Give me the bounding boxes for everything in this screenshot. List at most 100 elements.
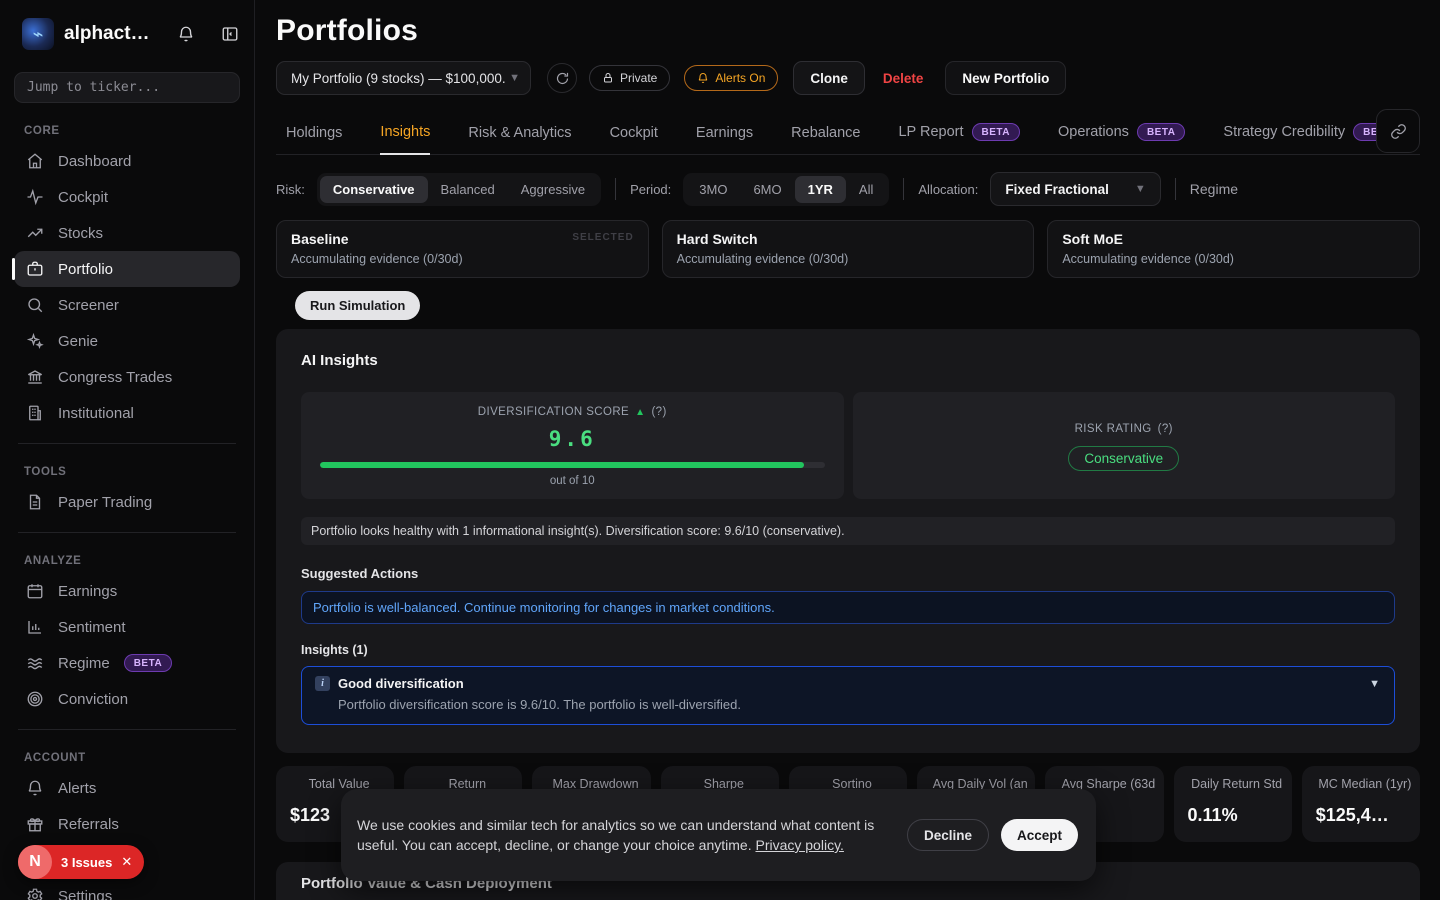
ticker-search-input[interactable] <box>27 80 227 95</box>
alerts-on-badge[interactable]: Alerts On <box>684 65 778 91</box>
insight-description: Portfolio diversification score is 9.6/1… <box>338 697 1381 712</box>
sidebar-item-referrals[interactable]: Referrals <box>14 806 240 842</box>
beta-badge: BETA <box>124 654 172 672</box>
collapse-sidebar-icon[interactable] <box>220 24 240 44</box>
clone-button[interactable]: Clone <box>793 61 865 95</box>
risk-option-conservative[interactable]: Conservative <box>320 176 428 203</box>
strategy-card-baseline[interactable]: Baseline Accumulating evidence (0/30d) S… <box>276 220 649 278</box>
risk-option-aggressive[interactable]: Aggressive <box>508 176 598 203</box>
sidebar-item-sentiment[interactable]: Sentiment <box>14 609 240 645</box>
help-icon[interactable]: (?) <box>651 406 666 418</box>
sidebar-item-conviction[interactable]: Conviction <box>14 681 240 717</box>
chevron-down-icon[interactable]: ▼ <box>1369 678 1380 690</box>
sidebar-item-institutional[interactable]: Institutional <box>14 395 240 431</box>
sidebar-item-label: Stocks <box>58 225 103 242</box>
private-badge[interactable]: Private <box>589 65 670 91</box>
share-link-button[interactable] <box>1376 109 1420 153</box>
tab-strategy-credibility[interactable]: Strategy CredibilityBETA <box>1223 123 1401 154</box>
tab-operations[interactable]: OperationsBETA <box>1058 123 1185 154</box>
stat-daily-return-std: Daily Return Std 0.11% <box>1174 766 1292 842</box>
diversification-score-label: DIVERSIFICATION SCORE <box>478 406 629 418</box>
sidebar-item-screener[interactable]: Screener <box>14 287 240 323</box>
risk-option-balanced[interactable]: Balanced <box>428 176 508 203</box>
ai-insights-panel: AI Insights DIVERSIFICATION SCORE ▲ (?) … <box>276 329 1420 753</box>
brand-logo[interactable] <box>22 18 54 50</box>
beta-badge: BETA <box>1137 123 1185 141</box>
ticker-search[interactable] <box>14 72 240 103</box>
strategy-card-hard-switch[interactable]: Hard Switch Accumulating evidence (0/30d… <box>662 220 1035 278</box>
score-caption: out of 10 <box>550 475 595 487</box>
sidebar-item-label: Sentiment <box>58 619 126 636</box>
strategy-cards: Baseline Accumulating evidence (0/30d) S… <box>276 220 1420 278</box>
sparkles-icon <box>26 332 44 350</box>
allocation-select[interactable]: Fixed Fractional ▼ <box>990 172 1160 206</box>
sidebar-item-portfolio[interactable]: Portfolio <box>14 251 240 287</box>
tab-lp-report[interactable]: LP ReportBETA <box>898 123 1020 154</box>
new-portfolio-button[interactable]: New Portfolio <box>945 61 1066 95</box>
calendar-icon <box>26 582 44 600</box>
strategy-status: Accumulating evidence (0/30d) <box>1062 252 1405 266</box>
refresh-button[interactable] <box>547 63 577 93</box>
privacy-policy-link[interactable]: Privacy policy. <box>755 837 843 853</box>
decline-button[interactable]: Decline <box>907 819 989 851</box>
period-option-6mo[interactable]: 6MO <box>740 176 794 203</box>
tab-earnings[interactable]: Earnings <box>696 125 753 154</box>
portfolio-select-value: My Portfolio (9 stocks) — $100,000.0 <box>291 71 505 86</box>
help-icon[interactable]: (?) <box>1158 423 1173 435</box>
tab-risk-analytics[interactable]: Risk & Analytics <box>468 125 571 154</box>
activity-icon <box>26 188 44 206</box>
section-label-analyze: ANALYZE <box>24 555 240 567</box>
bell-icon <box>697 72 709 84</box>
sidebar-item-earnings[interactable]: Earnings <box>14 573 240 609</box>
period-option-1yr[interactable]: 1YR <box>795 176 846 203</box>
period-option-3mo[interactable]: 3MO <box>686 176 740 203</box>
close-icon[interactable]: ✕ <box>121 854 132 870</box>
divider <box>18 729 236 730</box>
sidebar-item-regime[interactable]: Regime BETA <box>14 645 240 681</box>
strategy-name: Hard Switch <box>677 231 1020 247</box>
section-label-account: ACCOUNT <box>24 752 240 764</box>
search-icon <box>26 296 44 314</box>
sidebar-item-label: Cockpit <box>58 189 108 206</box>
strategy-card-soft-moe[interactable]: Soft MoE Accumulating evidence (0/30d) <box>1047 220 1420 278</box>
gear-icon <box>26 887 44 900</box>
allocation-filter-label: Allocation: <box>918 182 978 197</box>
tab-holdings[interactable]: Holdings <box>286 125 342 154</box>
selected-badge: SELECTED <box>572 232 633 243</box>
sidebar-item-alerts[interactable]: Alerts <box>14 770 240 806</box>
cookie-message: We use cookies and similar tech for anal… <box>357 815 893 856</box>
bank-icon <box>26 368 44 386</box>
sidebar-item-label: Earnings <box>58 583 117 600</box>
insight-item[interactable]: i Good diversification Portfolio diversi… <box>301 666 1395 725</box>
sidebar-item-genie[interactable]: Genie <box>14 323 240 359</box>
sidebar-item-label: Screener <box>58 297 119 314</box>
insight-title: Good diversification <box>338 676 464 691</box>
period-option-all[interactable]: All <box>846 176 886 203</box>
chevron-down-icon: ▼ <box>1135 183 1146 195</box>
sidebar-item-cockpit[interactable]: Cockpit <box>14 179 240 215</box>
section-label-core: CORE <box>24 125 240 137</box>
accept-button[interactable]: Accept <box>1001 819 1078 851</box>
bar-chart-icon <box>26 618 44 636</box>
divider <box>1175 178 1176 200</box>
notifications-bell-icon[interactable] <box>176 24 196 44</box>
sidebar-item-congress-trades[interactable]: Congress Trades <box>14 359 240 395</box>
building-icon <box>26 404 44 422</box>
delete-button[interactable]: Delete <box>869 61 938 95</box>
risk-rating-value: Conservative <box>1068 446 1179 471</box>
risk-rating-card: RISK RATING (?) Conservative <box>853 392 1396 499</box>
tab-rebalance[interactable]: Rebalance <box>791 125 860 154</box>
sidebar-item-stocks[interactable]: Stocks <box>14 215 240 251</box>
divider <box>615 178 616 200</box>
issues-badge-logo: N <box>18 845 52 879</box>
tab-insights[interactable]: Insights <box>380 124 430 155</box>
portfolio-select[interactable]: My Portfolio (9 stocks) — $100,000.0 ▼ <box>276 61 531 95</box>
issues-badge[interactable]: N 3 Issues ✕ <box>18 845 144 879</box>
run-simulation-button[interactable]: Run Simulation <box>295 291 420 320</box>
chevron-down-icon: ▼ <box>509 72 520 84</box>
sidebar-item-paper-trading[interactable]: Paper Trading <box>14 484 240 520</box>
sidebar-item-dashboard[interactable]: Dashboard <box>14 143 240 179</box>
tab-cockpit[interactable]: Cockpit <box>610 125 658 154</box>
divider <box>18 532 236 533</box>
sidebar-item-settings[interactable]: Settings <box>14 878 240 900</box>
